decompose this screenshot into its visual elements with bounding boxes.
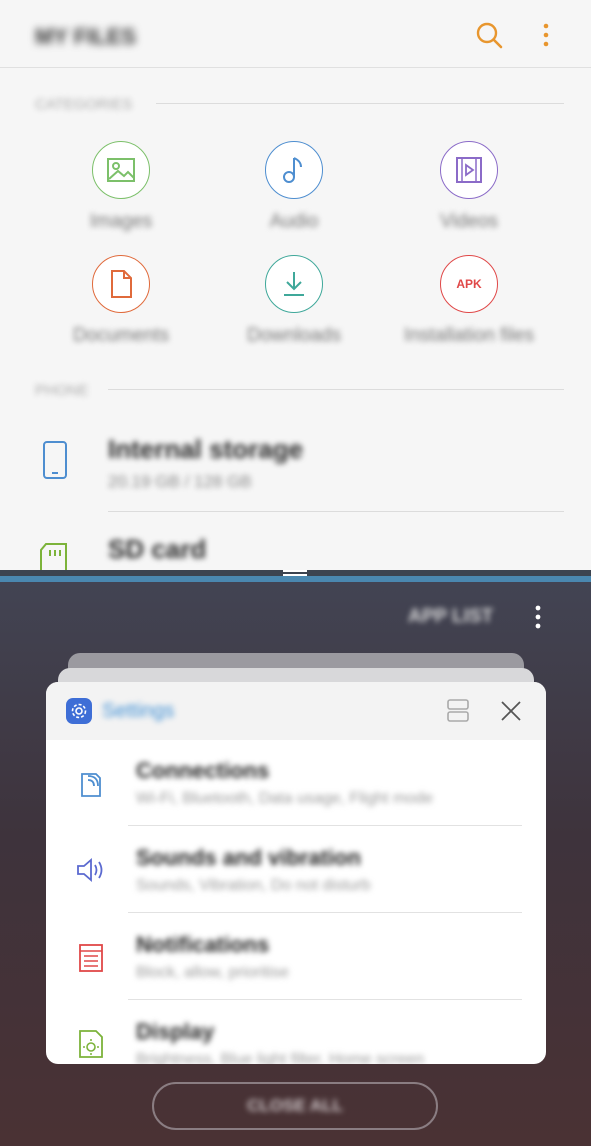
connections-icon — [81, 773, 101, 797]
category-installation-files[interactable]: APK Installation files — [394, 255, 544, 347]
phone-icon — [43, 441, 67, 479]
gear-icon — [66, 698, 92, 724]
more-options-icon[interactable] — [528, 602, 548, 632]
notifications-icon — [79, 944, 103, 972]
sd-card-icon — [40, 543, 67, 570]
category-downloads[interactable]: Downloads — [219, 255, 369, 347]
document-icon — [92, 255, 150, 313]
display-icon — [79, 1030, 103, 1058]
category-label: Downloads — [247, 325, 341, 346]
app-title: MY FILES — [35, 24, 137, 49]
recent-app-card-settings[interactable]: Settings Connections Wi-Fi, Bluetooth, D… — [46, 682, 546, 1064]
settings-row-notifications[interactable]: Notifications Block, allow, prioritise — [46, 914, 546, 1000]
category-documents[interactable]: Documents — [46, 255, 196, 347]
app-list-button[interactable]: APP LIST — [408, 606, 493, 628]
card-header: Settings — [46, 682, 546, 740]
settings-row-title: Display — [136, 1019, 215, 1044]
divider — [108, 389, 564, 390]
video-icon — [440, 141, 498, 199]
category-label: Audio — [269, 211, 319, 232]
more-options-icon[interactable] — [534, 20, 558, 50]
my-files-window: MY FILES CATEGORIES Images Audio Videos — [0, 0, 591, 570]
settings-row-title: Notifications — [136, 932, 270, 957]
settings-row-subtitle: Block, allow, prioritise — [136, 964, 289, 981]
category-images[interactable]: Images — [46, 141, 196, 233]
close-all-label: CLOSE ALL — [247, 1096, 343, 1115]
drag-handle-icon[interactable] — [283, 570, 307, 576]
settings-row-connections[interactable]: Connections Wi-Fi, Bluetooth, Data usage… — [46, 740, 546, 826]
storage-title: Internal storage — [108, 434, 304, 464]
storage-item-internal[interactable]: Internal storage 20.19 GB / 128 GB — [0, 420, 591, 512]
category-label: Installation files — [404, 325, 534, 346]
divider — [108, 511, 564, 512]
settings-row-title: Sounds and vibration — [136, 845, 361, 870]
settings-row-sounds[interactable]: Sounds and vibration Sounds, Vibration, … — [46, 827, 546, 913]
split-view-icon[interactable] — [446, 698, 470, 724]
category-label: Videos — [440, 211, 498, 232]
category-videos[interactable]: Videos — [394, 141, 544, 233]
settings-row-subtitle: Sounds, Vibration, Do not disturb — [136, 877, 371, 894]
close-all-button[interactable]: CLOSE ALL — [152, 1082, 438, 1130]
settings-row-subtitle: Brightness, Blue light filter, Home scre… — [136, 1051, 425, 1064]
categories-header: CATEGORIES — [35, 96, 133, 113]
category-label: Documents — [72, 325, 170, 346]
phone-header: PHONE — [35, 382, 89, 399]
settings-row-subtitle: Wi-Fi, Bluetooth, Data usage, Flight mod… — [136, 790, 434, 807]
music-note-icon — [265, 141, 323, 199]
image-icon — [92, 141, 150, 199]
search-icon[interactable] — [474, 20, 504, 50]
storage-subtitle: 20.19 GB / 128 GB — [108, 472, 252, 491]
app-bar: MY FILES — [0, 0, 591, 68]
storage-item-sd-card[interactable]: SD card — [0, 520, 591, 570]
speaker-icon — [77, 858, 103, 882]
settings-row-display[interactable]: Display Brightness, Blue light filter, H… — [46, 1001, 546, 1064]
category-audio[interactable]: Audio — [219, 141, 369, 233]
close-icon[interactable] — [498, 698, 524, 724]
divider — [156, 103, 564, 104]
apk-icon: APK — [440, 255, 498, 313]
split-screen-divider[interactable] — [0, 570, 591, 582]
download-icon — [265, 255, 323, 313]
card-app-name: Settings — [102, 700, 175, 722]
settings-row-title: Connections — [136, 758, 270, 783]
category-label: Images — [89, 211, 153, 232]
storage-title: SD card — [108, 534, 207, 564]
recent-apps-panel: APP LIST Settings Connections Wi-Fi, Blu… — [0, 582, 591, 1146]
apk-badge: APK — [456, 277, 482, 291]
